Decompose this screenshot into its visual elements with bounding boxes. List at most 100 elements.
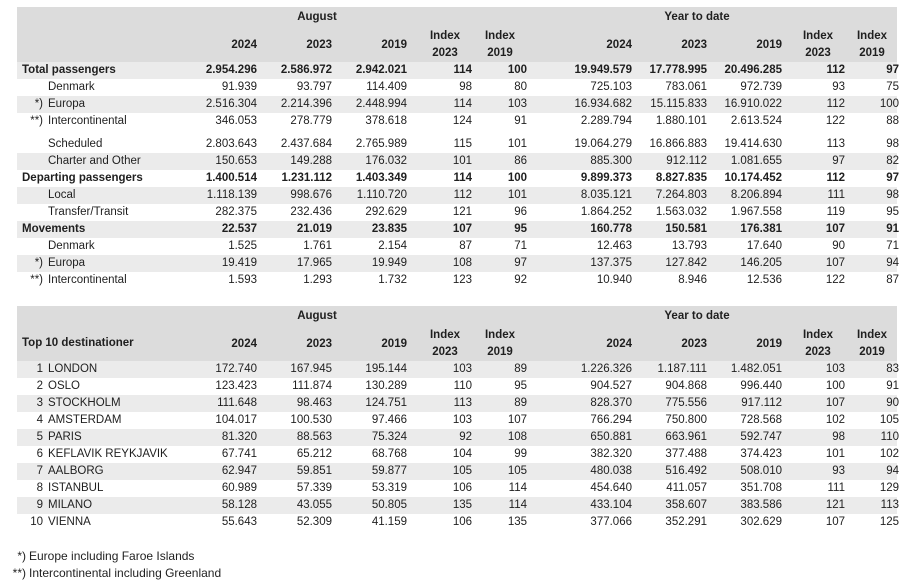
value-ytd-2023: 1.187.111 bbox=[657, 363, 707, 375]
value-august-index-2019: 80 bbox=[514, 81, 527, 93]
value-august-2023: 88.563 bbox=[296, 431, 332, 443]
value-august-index-2023: 110 bbox=[453, 380, 472, 392]
value-ytd-index-2023: 103 bbox=[825, 363, 845, 375]
value-august-index-2019: 114 bbox=[508, 482, 527, 494]
value-ytd-index-2023: 101 bbox=[825, 448, 845, 460]
value-ytd-2024: 160.778 bbox=[590, 223, 632, 235]
value-ytd-2019: 508.010 bbox=[740, 465, 782, 477]
destination-rank: 8 bbox=[36, 482, 43, 494]
value-ytd-2019: 302.629 bbox=[740, 516, 782, 528]
value-ytd-2019: 20.496.285 bbox=[724, 64, 782, 76]
value-ytd-index-2023: 90 bbox=[832, 240, 845, 252]
traffic-table: August Year to date 2024 2024 2023 2023 2019 20… bbox=[17, 7, 899, 289]
header-2024-ytd: 2024 bbox=[606, 39, 632, 51]
value-ytd-2023: 7.264.803 bbox=[655, 189, 707, 201]
value-august-2019: 176.032 bbox=[365, 155, 407, 167]
value-ytd-2023: 13.793 bbox=[671, 240, 707, 252]
value-ytd-index-2023: 102 bbox=[825, 414, 845, 426]
value-august-2024: 2.954.296 bbox=[205, 64, 257, 76]
value-august-2024: 58.128 bbox=[221, 499, 257, 511]
destination-row: 9 MILANO 58.128 433.104 43.055 358.607 50.805 3… bbox=[17, 497, 899, 514]
value-ytd-2024: 9.899.373 bbox=[580, 172, 632, 184]
header-2024-ytd: 2024 bbox=[606, 338, 632, 350]
value-ytd-index-2023: 112 bbox=[826, 172, 845, 184]
index-label-ytd: Index bbox=[802, 30, 834, 42]
value-august-2019: 1.732 bbox=[378, 274, 407, 286]
value-ytd-2023: 150.581 bbox=[665, 223, 707, 235]
value-ytd-index-2019: 113 bbox=[880, 499, 899, 511]
table-row: Denmark 91.939 725.103 93.797 783.061 114.409… bbox=[17, 79, 899, 96]
table-row: *) Europa 19.419 137.375 17.965 127.842 19.949… bbox=[17, 255, 899, 272]
value-ytd-2023: 663.961 bbox=[665, 431, 707, 443]
value-august-2024: 123.423 bbox=[215, 380, 257, 392]
value-ytd-2024: 904.527 bbox=[590, 380, 632, 392]
value-august-2023: 111.874 bbox=[292, 380, 332, 392]
row-label: Charter and Other bbox=[48, 155, 141, 167]
value-ytd-2019: 1.081.655 bbox=[730, 155, 782, 167]
value-ytd-index-2019: 94 bbox=[886, 465, 899, 477]
value-august-2019: 97.466 bbox=[371, 414, 407, 426]
value-august-2019: 19.949 bbox=[371, 257, 407, 269]
value-ytd-2019: 1.482.051 bbox=[730, 363, 782, 375]
index-label-august: Index bbox=[429, 329, 461, 341]
value-august-2024: 111.648 bbox=[217, 397, 257, 409]
value-august-index-2023: 104 bbox=[452, 448, 472, 460]
value-august-index-2019: 135 bbox=[507, 516, 527, 528]
table-row: Denmark 1.525 12.463 1.761 13.793 2.154 17.640… bbox=[17, 238, 899, 255]
table-row: Charter and Other 150.653 885.300 149.288 91… bbox=[17, 153, 899, 170]
value-august-index-2023: 112 bbox=[453, 189, 472, 201]
header-2019-ytd: 2019 bbox=[756, 338, 782, 350]
header-index-2019-august: 2019 bbox=[487, 47, 513, 59]
value-august-index-2023: 87 bbox=[459, 240, 472, 252]
row-label: Denmark bbox=[48, 240, 95, 252]
value-august-2023: 1.761 bbox=[303, 240, 332, 252]
footnote-marker: **) bbox=[30, 115, 43, 127]
value-ytd-2023: 775.556 bbox=[665, 397, 707, 409]
value-august-index-2019: 103 bbox=[507, 98, 527, 110]
value-august-index-2023: 114 bbox=[453, 98, 472, 110]
header-2023-august: 2023 bbox=[306, 338, 332, 350]
value-ytd-index-2019: 75 bbox=[886, 81, 899, 93]
header-2019-august: 2019 bbox=[381, 338, 407, 350]
value-august-index-2019: 92 bbox=[514, 274, 527, 286]
destination-name: PARIS bbox=[48, 431, 82, 443]
group-label-august: August bbox=[297, 310, 337, 322]
footnote-marker: **) bbox=[12, 566, 26, 580]
destination-rank: 6 bbox=[36, 448, 43, 460]
value-august-2019: 2.765.989 bbox=[355, 138, 407, 150]
value-august-index-2023: 103 bbox=[452, 363, 472, 375]
value-ytd-index-2019: 91 bbox=[886, 380, 899, 392]
value-ytd-index-2019: 98 bbox=[886, 189, 899, 201]
value-august-index-2023: 113 bbox=[453, 397, 472, 409]
value-ytd-2023: 17.778.995 bbox=[649, 64, 707, 76]
value-august-2024: 1.118.139 bbox=[206, 189, 257, 201]
value-august-2019: 23.835 bbox=[371, 223, 407, 235]
destination-rank: 2 bbox=[36, 380, 43, 392]
value-ytd-2024: 19.949.579 bbox=[574, 64, 632, 76]
value-august-index-2019: 95 bbox=[514, 223, 527, 235]
value-ytd-2024: 480.038 bbox=[590, 465, 632, 477]
value-august-2024: 60.989 bbox=[221, 482, 257, 494]
value-ytd-index-2023: 107 bbox=[825, 223, 845, 235]
header-index-2019-ytd: 2019 bbox=[859, 346, 885, 358]
index-label-ytd: Index bbox=[856, 30, 888, 42]
value-august-2023: 21.019 bbox=[296, 223, 332, 235]
destination-row: 6 KEFLAVIK REYKJAVIK 67.741 382.320 65.212 37… bbox=[17, 446, 899, 463]
destination-row: 8 ISTANBUL 60.989 454.640 57.339 411.057 53.31… bbox=[17, 480, 899, 497]
group-label-ytd: Year to date bbox=[664, 11, 730, 23]
destinations-table-body: 1 LONDON 172.740 1.226.326 167.945 1.187.111 1… bbox=[17, 361, 899, 531]
row-label: Transfer/Transit bbox=[48, 206, 129, 218]
value-august-2019: 130.289 bbox=[365, 380, 407, 392]
footnote-marker: *) bbox=[34, 257, 43, 269]
row-label: Departing passengers bbox=[22, 172, 143, 184]
value-ytd-2024: 725.103 bbox=[590, 81, 632, 93]
value-ytd-index-2019: 97 bbox=[886, 64, 899, 76]
value-august-2023: 2.586.972 bbox=[280, 64, 332, 76]
value-ytd-2024: 1.864.252 bbox=[580, 206, 632, 218]
table-row: **) Intercontinental 346.053 2.289.794 278.7… bbox=[17, 113, 899, 130]
value-ytd-index-2023: 111 bbox=[827, 482, 845, 494]
row-label: Local bbox=[48, 189, 76, 201]
value-ytd-index-2019: 88 bbox=[886, 115, 899, 127]
group-label-ytd: Year to date bbox=[664, 310, 730, 322]
value-august-2023: 1.293 bbox=[303, 274, 332, 286]
